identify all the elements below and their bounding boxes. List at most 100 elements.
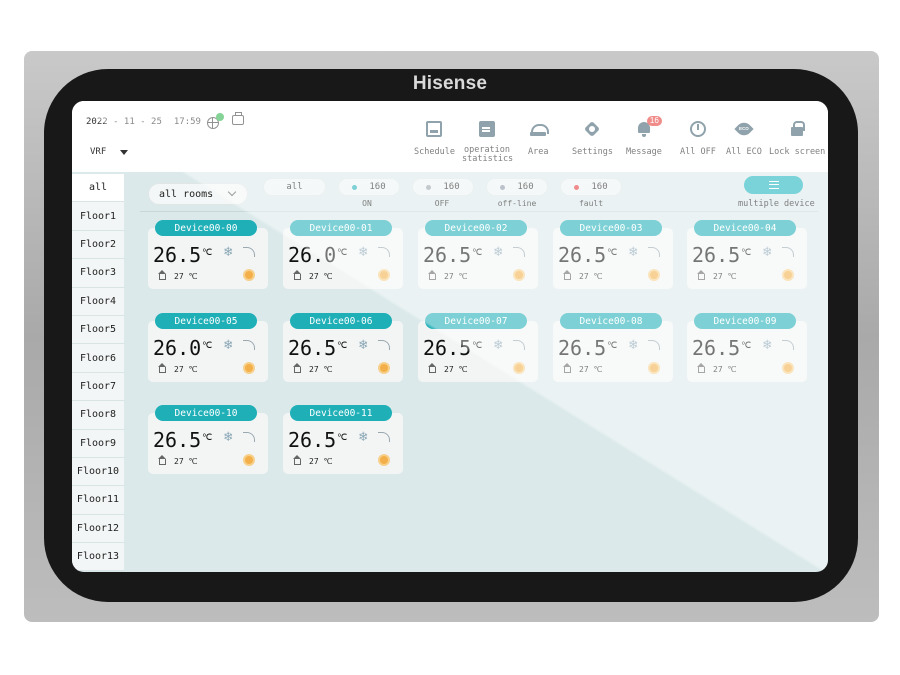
fan-speed-icon [513,247,525,257]
sidebar-item-floor2[interactable]: Floor2 [72,230,124,260]
sidebar-item-floor6[interactable]: Floor6 [72,344,124,373]
set-temperature: 27 ℃ [444,365,468,374]
set-temperature: 27 ℃ [309,457,333,466]
device-card[interactable]: Device00-02 26.5℃ ❄ 27 ℃ [418,220,538,289]
fan-speed-icon [782,247,794,257]
operation-statistics-button[interactable]: operation statistics [462,119,513,164]
device-card[interactable]: Device00-03 26.5℃ ❄ 27 ℃ [553,220,673,289]
snowflake-icon: ❄ [494,244,503,260]
current-temperature: 26.5℃ [423,336,483,360]
sidebar-item-floor11[interactable]: Floor11 [72,486,124,515]
sidebar-item-floor10[interactable]: Floor10 [72,457,124,487]
status-area: 2022 - 11 - 25 17:59 [86,111,244,129]
set-temperature: 27 ℃ [579,272,603,281]
gear-icon [584,121,600,137]
schedule-label: Schedule [414,147,455,157]
eco-leaf-icon [736,121,752,137]
home-icon [158,363,166,373]
set-temperature: 27 ℃ [309,272,333,281]
sidebar-item-floor7[interactable]: Floor7 [72,372,124,402]
message-button[interactable]: 16 Message [626,116,662,157]
fan-status-icon [513,362,525,374]
bell-icon: 16 [636,116,662,137]
sidebar-item-floor3[interactable]: Floor3 [72,259,124,288]
set-temperature: 27 ℃ [174,457,198,466]
area-button[interactable]: Area [528,119,550,157]
home-icon [158,270,166,280]
sidebar-item-floor13[interactable]: Floor13 [72,543,124,572]
settings-button[interactable]: Settings [572,119,613,157]
device-name: Device00-04 [694,220,796,236]
filter-fault-count: 160 [591,182,608,192]
device-card[interactable]: Device00-05 26.0℃ ❄ 27 ℃ [148,313,268,382]
device-name: Device00-11 [290,405,392,421]
filter-all-label: all [286,182,303,192]
set-temperature: 27 ℃ [579,365,603,374]
filter-off-label: OFF [434,199,450,208]
message-count-badge: 16 [646,116,662,126]
sidebar-item-floor1[interactable]: Floor1 [72,202,124,231]
device-card[interactable]: Device00-11 26.5℃ ❄ 27 ℃ [283,405,403,474]
on-status-dot-icon [352,184,358,190]
filter-on-count: 160 [369,182,386,192]
device-card[interactable]: Device00-10 26.5℃ ❄ 27 ℃ [148,405,268,474]
home-icon [697,270,705,280]
off-status-dot-icon [426,184,432,190]
filter-off[interactable]: 160 [412,178,474,196]
fan-speed-icon [648,247,660,257]
sidebar-item-floor8[interactable]: Floor8 [72,401,124,430]
fan-speed-icon [782,340,794,350]
current-temperature: 26.0℃ [153,336,213,360]
fan-speed-icon [378,432,390,442]
fan-status-icon [782,269,794,281]
filter-off-count: 160 [443,182,460,192]
filter-offline[interactable]: 160 [486,178,548,196]
current-temperature: 26.5℃ [558,243,618,267]
schedule-button[interactable]: Schedule [414,119,455,157]
current-temperature: 26.5℃ [558,336,618,360]
home-icon [428,363,436,373]
set-temperature: 27 ℃ [713,272,737,281]
statistics-icon [479,121,495,137]
network-online-icon [206,113,224,129]
device-card[interactable]: Device00-04 26.5℃ ❄ 27 ℃ [687,220,807,289]
multiple-device-button[interactable] [744,176,803,194]
sidebar-item-all[interactable]: all [72,174,124,203]
fan-speed-icon [243,340,255,350]
sidebar-item-floor12[interactable]: Floor12 [72,514,124,544]
fan-status-icon [378,454,390,466]
home-icon [563,363,571,373]
device-card[interactable]: Device00-07 26.5℃ ❄ 27 ℃ [418,313,538,382]
device-card[interactable]: Device00-01 26.0℃ ❄ 27 ℃ [283,220,403,289]
sidebar-item-floor5[interactable]: Floor5 [72,315,124,345]
brand-logo: Hisense [412,73,488,94]
fan-status-icon [243,454,255,466]
device-card[interactable]: Device00-06 26.5℃ ❄ 27 ℃ [283,313,403,382]
all-eco-button[interactable]: All ECO [726,119,762,157]
all-off-button[interactable]: All OFF [680,119,716,157]
device-name: Device00-08 [560,313,662,329]
filter-fault[interactable]: 160 [560,178,622,196]
device-card[interactable]: Device00-00 26.5℃ ❄ 27 ℃ [148,220,268,289]
floor-sidebar: all Floor1 Floor2 Floor3 Floor4 Floor5 F… [72,174,124,572]
filter-on[interactable]: 160 [338,178,400,196]
snowflake-icon: ❄ [224,337,233,353]
home-icon [293,455,301,465]
snowflake-icon: ❄ [763,244,772,260]
device-card[interactable]: Device00-08 26.5℃ ❄ 27 ℃ [553,313,673,382]
device-card[interactable]: Device00-09 26.5℃ ❄ 27 ℃ [687,313,807,382]
multiple-device-label: multiple device [738,199,815,209]
filter-all[interactable]: all [263,178,326,196]
current-temperature: 26.5℃ [153,428,213,452]
system-selector-label: VRF [90,147,107,157]
sidebar-item-floor9[interactable]: Floor9 [72,429,124,458]
system-selector[interactable]: VRF [90,147,129,157]
lock-screen-button[interactable]: Lock screen [769,119,825,157]
rooms-dropdown-label: all rooms [159,188,214,200]
rooms-dropdown[interactable]: all rooms [148,183,248,205]
fan-status-icon [782,362,794,374]
sidebar-item-floor4[interactable]: Floor4 [72,287,124,316]
filter-fault-label: fault [578,199,604,208]
snowflake-icon: ❄ [763,337,772,353]
lock-icon [789,121,806,137]
